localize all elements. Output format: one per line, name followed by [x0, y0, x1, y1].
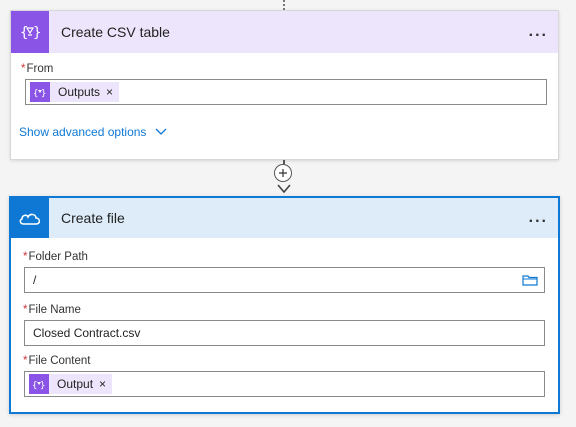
from-label: *From [21, 63, 54, 75]
folder-icon[interactable] [522, 274, 538, 286]
svg-text:}: } [41, 89, 46, 98]
file-name-input[interactable]: Closed Contract.csv [24, 320, 545, 346]
file-content-input[interactable]: { } Output × [24, 371, 545, 397]
from-input[interactable]: { } Outputs × [25, 79, 547, 105]
required-mark: * [21, 63, 26, 75]
file-card-more-button[interactable]: ... [529, 210, 548, 226]
file-card-title: Create file [61, 210, 125, 226]
svg-text:}: } [33, 25, 41, 41]
file-card-header[interactable]: Create file ... [11, 198, 558, 238]
insert-step-button[interactable] [274, 164, 292, 182]
plus-icon [279, 169, 287, 177]
svg-text:}: } [40, 381, 45, 390]
onedrive-cloud-icon [11, 198, 49, 238]
file-name-value: Closed Contract.csv [33, 326, 141, 340]
data-operations-icon: { } [30, 82, 50, 102]
data-operations-icon: { } [11, 11, 49, 53]
arrow-down-icon [277, 184, 291, 194]
outputs-token[interactable]: { } Outputs × [30, 82, 120, 102]
outputs-token-label: Outputs [58, 85, 101, 99]
csv-card-header[interactable]: { } Create CSV table ... [11, 11, 558, 53]
create-file-card: Create file ... *Folder Path / *File Nam… [9, 196, 560, 414]
svg-text:{: { [33, 89, 38, 98]
file-name-label: *File Name [23, 304, 81, 316]
csv-card-title: Create CSV table [61, 24, 170, 40]
chevron-down-icon [155, 128, 167, 135]
csv-card-more-button[interactable]: ... [529, 24, 548, 40]
remove-token-button[interactable]: × [106, 85, 113, 99]
output-token[interactable]: { } Output × [29, 374, 113, 394]
svg-text:{: { [32, 381, 37, 390]
file-content-label: *File Content [23, 355, 91, 367]
create-csv-table-card: { } Create CSV table ... *From { } Outpu… [10, 10, 559, 160]
top-connector [283, 0, 285, 10]
remove-token-button[interactable]: × [99, 377, 106, 391]
show-advanced-options-link[interactable]: Show advanced options [19, 125, 167, 139]
folder-path-input[interactable]: / [24, 267, 545, 293]
folder-path-value: / [33, 273, 37, 287]
data-operations-icon: { } [29, 374, 49, 394]
svg-text:{: { [20, 25, 28, 41]
folder-path-label: *Folder Path [23, 251, 88, 263]
output-token-label: Output [57, 377, 94, 391]
